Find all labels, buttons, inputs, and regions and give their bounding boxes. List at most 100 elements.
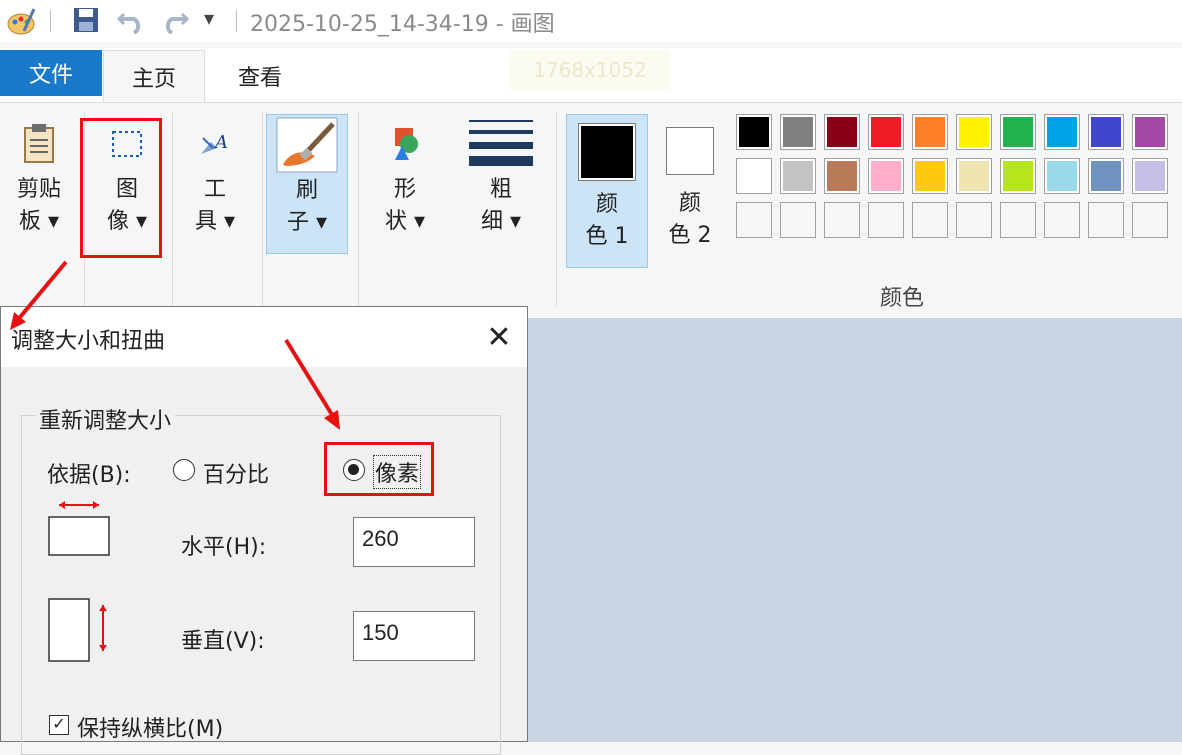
clipboard-button[interactable]: 剪贴 板 ▾: [4, 114, 74, 254]
tools-label: 工 具 ▾: [194, 177, 236, 234]
svg-text:A: A: [213, 132, 228, 153]
swatch-fill: [1003, 161, 1033, 191]
palette-color-swatch[interactable]: [1000, 158, 1036, 194]
vertical-input[interactable]: 150: [353, 611, 475, 661]
palette-empty-slot[interactable]: [1000, 202, 1036, 238]
swatch-fill: [1047, 161, 1077, 191]
brushes-label: 刷 子 ▾: [286, 178, 328, 235]
palette-empty-slot[interactable]: [868, 202, 904, 238]
tab-view[interactable]: 查看: [205, 50, 315, 102]
swatch-fill: [915, 117, 945, 147]
size-button[interactable]: 粗 细 ▾: [466, 114, 536, 254]
palette-empty-slot[interactable]: [1088, 202, 1124, 238]
save-icon[interactable]: [72, 6, 100, 34]
tools-icon: A: [201, 132, 228, 154]
palette-color-swatch[interactable]: [1132, 114, 1168, 150]
swatch-fill: [827, 161, 857, 191]
swatch-fill: [827, 117, 857, 147]
palette-empty-slot[interactable]: [1044, 202, 1080, 238]
palette-color-swatch[interactable]: [736, 114, 772, 150]
dialog-title: 调整大小和扭曲: [11, 329, 166, 354]
paint-app-icon: [7, 8, 36, 35]
palette-color-swatch[interactable]: [780, 158, 816, 194]
canvas-workspace[interactable]: [528, 318, 1182, 742]
image-button[interactable]: 图 像 ▾: [92, 114, 162, 254]
colors-group-label: 颜色: [880, 286, 925, 311]
swatch-fill: [871, 161, 901, 191]
swatch-fill: [1135, 117, 1165, 147]
palette-color-swatch[interactable]: [956, 114, 992, 150]
swatch-fill: [1047, 117, 1077, 147]
swatch-fill: [739, 161, 769, 191]
horizontal-input[interactable]: 260: [353, 517, 475, 567]
palette-color-swatch[interactable]: [912, 114, 948, 150]
customize-quick-access-dropdown[interactable]: ▾: [204, 6, 214, 30]
swatch-fill: [1135, 161, 1165, 191]
color1-button[interactable]: 颜 色 1: [566, 114, 648, 268]
clipboard-icon: [24, 124, 54, 163]
tools-button[interactable]: A 工 具 ▾: [180, 114, 250, 254]
palette-color-swatch[interactable]: [1044, 158, 1080, 194]
palette-color-swatch[interactable]: [1044, 114, 1080, 150]
shapes-button[interactable]: 形 状 ▾: [370, 114, 440, 254]
palette-color-swatch[interactable]: [868, 114, 904, 150]
pixels-radio[interactable]: [343, 459, 365, 481]
palette-color-swatch[interactable]: [1000, 114, 1036, 150]
line-width-icon: [469, 120, 533, 166]
palette-color-swatch[interactable]: [824, 114, 860, 150]
color1-label: 颜 色 1: [585, 192, 629, 249]
palette-color-swatch[interactable]: [912, 158, 948, 194]
swatch-fill: [871, 117, 901, 147]
swatch-fill: [783, 161, 813, 191]
undo-icon[interactable]: [116, 4, 146, 34]
percent-label[interactable]: 百分比: [203, 457, 269, 489]
palette-color-swatch[interactable]: [1088, 158, 1124, 194]
palette-color-swatch[interactable]: [868, 158, 904, 194]
percent-radio[interactable]: [173, 459, 195, 481]
palette-empty-slot[interactable]: [956, 202, 992, 238]
palette-color-swatch[interactable]: [1088, 114, 1124, 150]
window-title: 2025-10-25_14-34-19 - 画图: [250, 12, 555, 37]
horizontal-label: 水平(H):: [181, 535, 267, 560]
color2-swatch: [666, 127, 714, 175]
palette-color-swatch[interactable]: [824, 158, 860, 194]
swatch-fill: [783, 117, 813, 147]
select-rectangle-icon: [112, 131, 142, 157]
brushes-button[interactable]: 刷 子 ▾: [266, 114, 348, 254]
tab-file[interactable]: 文件: [0, 50, 102, 96]
swatch-fill: [959, 117, 989, 147]
group-separator: [358, 112, 359, 306]
faded-dimensions-text: 1768x1052: [510, 50, 670, 90]
palette-color-swatch[interactable]: [1132, 158, 1168, 194]
palette-color-swatch[interactable]: [956, 158, 992, 194]
palette-empty-slot[interactable]: [736, 202, 772, 238]
palette-empty-slot[interactable]: [824, 202, 860, 238]
swatch-fill: [1003, 117, 1033, 147]
resize-section-title: 重新调整大小: [35, 403, 176, 435]
image-label: 图 像 ▾: [106, 177, 148, 234]
aspect-ratio-label[interactable]: 保持纵横比(M): [77, 711, 223, 743]
swatch-fill: [1091, 117, 1121, 147]
group-separator: [172, 112, 173, 306]
redo-icon[interactable]: [160, 4, 190, 34]
palette-empty-slot[interactable]: [780, 202, 816, 238]
color2-label: 颜 色 2: [668, 191, 712, 248]
color2-button[interactable]: 颜 色 2: [656, 114, 724, 268]
group-separator: [84, 112, 85, 306]
palette-empty-slot[interactable]: [1132, 202, 1168, 238]
shapes-icon: [395, 128, 418, 160]
by-label: 依据(B):: [47, 463, 131, 488]
palette-color-swatch[interactable]: [736, 158, 772, 194]
aspect-ratio-checkbox[interactable]: ✓: [49, 715, 69, 735]
swatch-fill: [739, 117, 769, 147]
palette-color-swatch[interactable]: [780, 114, 816, 150]
color1-swatch: [578, 123, 636, 181]
close-icon[interactable]: ✕: [479, 317, 519, 357]
palette-empty-slot[interactable]: [912, 202, 948, 238]
dialog-title-bar: 调整大小和扭曲 ✕: [1, 307, 527, 367]
pixels-label[interactable]: 像素: [373, 455, 422, 489]
size-label: 粗 细 ▾: [480, 177, 522, 234]
title-separator: [50, 10, 51, 32]
swatch-fill: [1091, 161, 1121, 191]
tab-home[interactable]: 主页: [103, 50, 205, 102]
